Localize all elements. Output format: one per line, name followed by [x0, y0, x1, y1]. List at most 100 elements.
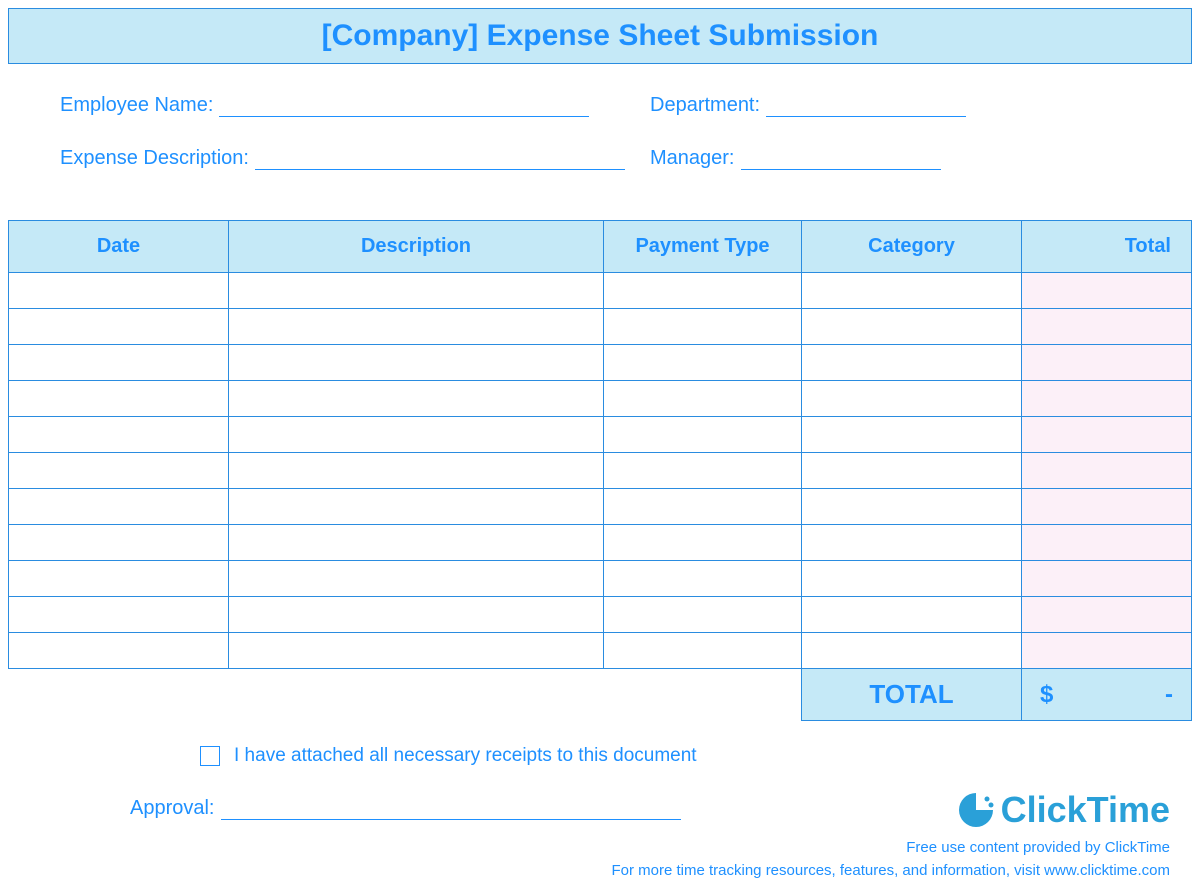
cell-pay[interactable]: [604, 633, 802, 669]
total-amount: -: [1165, 681, 1173, 709]
currency-symbol: $: [1040, 681, 1053, 709]
clicktime-logo: ClickTime: [611, 789, 1170, 831]
title-bar: [Company] Expense Sheet Submission: [8, 8, 1192, 64]
expense-description-field: Expense Description:: [60, 147, 650, 170]
cell-cat[interactable]: [802, 381, 1022, 417]
cell-desc[interactable]: [229, 561, 604, 597]
cell-cat[interactable]: [802, 561, 1022, 597]
cell-pay[interactable]: [604, 309, 802, 345]
cell-desc[interactable]: [229, 453, 604, 489]
cell-total[interactable]: [1022, 417, 1192, 453]
manager-field: Manager:: [650, 147, 1140, 170]
cell-desc[interactable]: [229, 417, 604, 453]
cell-pay[interactable]: [604, 381, 802, 417]
expense-description-label: Expense Description:: [60, 147, 249, 170]
table-row: [9, 453, 1192, 489]
department-input[interactable]: [766, 95, 966, 117]
cell-cat[interactable]: [802, 417, 1022, 453]
cell-desc[interactable]: [229, 381, 604, 417]
table-row: [9, 381, 1192, 417]
footer: ClickTime Free use content provided by C…: [611, 789, 1170, 882]
cell-date[interactable]: [9, 309, 229, 345]
table-row: [9, 345, 1192, 381]
cell-date[interactable]: [9, 345, 229, 381]
employee-name-label: Employee Name:: [60, 94, 213, 117]
table-row: [9, 597, 1192, 633]
table-row: [9, 489, 1192, 525]
grand-total-label: TOTAL: [802, 669, 1022, 721]
table-row: [9, 561, 1192, 597]
header-description: Description: [229, 221, 604, 273]
department-label: Department:: [650, 94, 760, 117]
cell-cat[interactable]: [802, 273, 1022, 309]
table-row: [9, 417, 1192, 453]
info-section: Employee Name: Department: Expense Descr…: [0, 64, 1200, 220]
table-row: [9, 309, 1192, 345]
cell-pay[interactable]: [604, 453, 802, 489]
cell-total[interactable]: [1022, 561, 1192, 597]
receipts-checkbox-row: I have attached all necessary receipts t…: [200, 745, 1200, 767]
grand-total-row: TOTAL $ -: [9, 669, 1192, 721]
cell-cat[interactable]: [802, 633, 1022, 669]
approval-label: Approval:: [130, 797, 215, 820]
cell-desc[interactable]: [229, 345, 604, 381]
clicktime-icon: [955, 789, 997, 831]
cell-total[interactable]: [1022, 381, 1192, 417]
header-date: Date: [9, 221, 229, 273]
cell-cat[interactable]: [802, 597, 1022, 633]
cell-date[interactable]: [9, 561, 229, 597]
cell-total[interactable]: [1022, 273, 1192, 309]
cell-total[interactable]: [1022, 345, 1192, 381]
cell-total[interactable]: [1022, 597, 1192, 633]
footer-line-1: Free use content provided by ClickTime: [611, 837, 1170, 860]
cell-cat[interactable]: [802, 489, 1022, 525]
cell-date[interactable]: [9, 597, 229, 633]
cell-desc[interactable]: [229, 597, 604, 633]
cell-pay[interactable]: [604, 417, 802, 453]
cell-date[interactable]: [9, 417, 229, 453]
cell-pay[interactable]: [604, 345, 802, 381]
cell-date[interactable]: [9, 633, 229, 669]
cell-date[interactable]: [9, 525, 229, 561]
cell-cat[interactable]: [802, 345, 1022, 381]
cell-date[interactable]: [9, 381, 229, 417]
receipts-checkbox[interactable]: [200, 746, 220, 766]
cell-date[interactable]: [9, 453, 229, 489]
cell-cat[interactable]: [802, 309, 1022, 345]
cell-date[interactable]: [9, 489, 229, 525]
table-row: [9, 525, 1192, 561]
cell-desc[interactable]: [229, 489, 604, 525]
clicktime-logo-text: ClickTime: [1001, 789, 1170, 831]
cell-pay[interactable]: [604, 597, 802, 633]
cell-desc[interactable]: [229, 273, 604, 309]
table-row: [9, 273, 1192, 309]
cell-pay[interactable]: [604, 489, 802, 525]
expense-description-input[interactable]: [255, 148, 625, 170]
employee-name-field: Employee Name:: [60, 94, 650, 117]
receipts-checkbox-label: I have attached all necessary receipts t…: [234, 745, 697, 767]
grand-total-value: $ -: [1022, 669, 1192, 721]
department-field: Department:: [650, 94, 1140, 117]
manager-label: Manager:: [650, 147, 735, 170]
cell-desc[interactable]: [229, 525, 604, 561]
cell-total[interactable]: [1022, 309, 1192, 345]
cell-desc[interactable]: [229, 309, 604, 345]
page-title: [Company] Expense Sheet Submission: [9, 19, 1191, 53]
cell-total[interactable]: [1022, 489, 1192, 525]
cell-cat[interactable]: [802, 525, 1022, 561]
cell-pay[interactable]: [604, 525, 802, 561]
cell-total[interactable]: [1022, 453, 1192, 489]
cell-pay[interactable]: [604, 561, 802, 597]
cell-total[interactable]: [1022, 633, 1192, 669]
employee-name-input[interactable]: [219, 95, 589, 117]
header-category: Category: [802, 221, 1022, 273]
cell-cat[interactable]: [802, 453, 1022, 489]
manager-input[interactable]: [741, 148, 941, 170]
cell-pay[interactable]: [604, 273, 802, 309]
cell-date[interactable]: [9, 273, 229, 309]
table-row: [9, 633, 1192, 669]
footer-line-2: For more time tracking resources, featur…: [611, 860, 1170, 883]
header-total: Total: [1022, 221, 1192, 273]
cell-desc[interactable]: [229, 633, 604, 669]
cell-total[interactable]: [1022, 525, 1192, 561]
